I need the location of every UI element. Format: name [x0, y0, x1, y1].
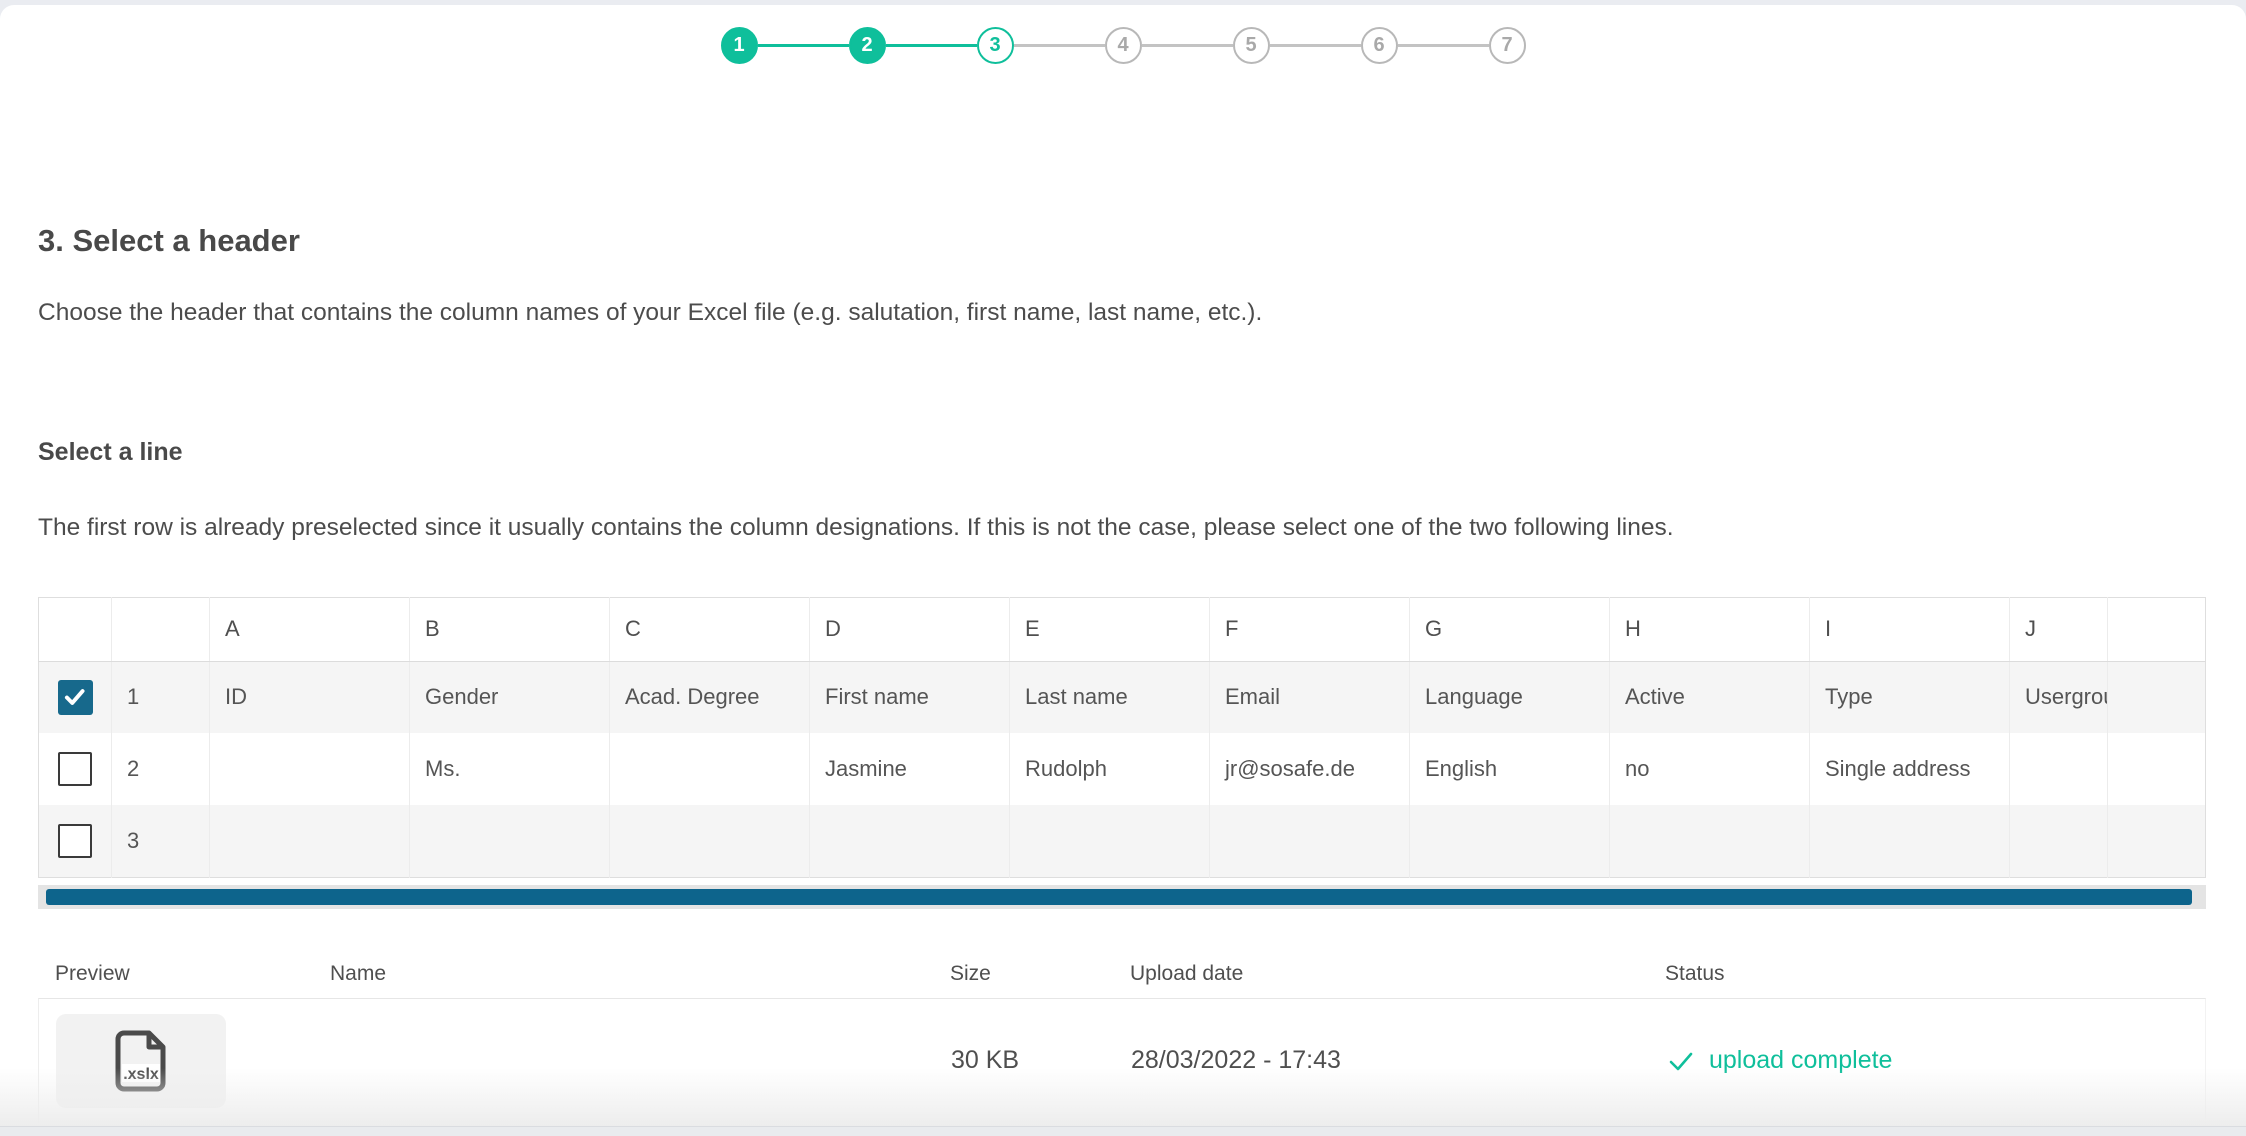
column-letter-D: D	[810, 597, 1010, 661]
cell-A1: ID	[210, 661, 410, 733]
sheet-row-1: 1IDGenderAcad. DegreeFirst nameLast name…	[39, 661, 2206, 733]
cell-H3	[1610, 805, 1810, 877]
spacer-cell	[2108, 805, 2206, 877]
cell-I2: Single address	[1810, 733, 2010, 805]
row-2-checkbox[interactable]	[58, 752, 92, 786]
cell-D1: First name	[810, 661, 1010, 733]
spacer-cell	[2108, 733, 2206, 805]
row-1-checkbox[interactable]	[58, 680, 93, 715]
horizontal-scrollbar-thumb[interactable]	[46, 889, 2192, 905]
file-header-preview: Preview	[55, 962, 330, 986]
cell-E2: Rudolph	[1010, 733, 1210, 805]
file-header-status: Status	[1665, 962, 2206, 986]
cell-B1: Gender	[410, 661, 610, 733]
select-line-title: Select a line	[38, 437, 2206, 468]
file-header-size: Size	[950, 962, 1130, 986]
check-icon	[1666, 1046, 1696, 1076]
file-header-name: Name	[330, 962, 950, 986]
file-row: .xslx 30 KB 28/03/2022 - 17:43 upload co…	[38, 998, 2206, 1123]
spacer-column	[2108, 597, 2206, 661]
cell-J1: Usergroup	[2010, 661, 2108, 733]
cell-D3	[810, 805, 1010, 877]
excel-preview-table: ABCDEFGHIJ 1IDGenderAcad. DegreeFirst na…	[38, 597, 2206, 878]
file-status: upload complete	[1666, 1046, 2205, 1076]
column-letter-E: E	[1010, 597, 1210, 661]
cell-F1: Email	[1210, 661, 1410, 733]
column-letter-A: A	[210, 597, 410, 661]
horizontal-scrollbar-track[interactable]	[38, 885, 2206, 909]
cell-A3	[210, 805, 410, 877]
file-preview: .xslx	[56, 1014, 226, 1108]
spacer-cell	[2108, 661, 2206, 733]
file-status-label: upload complete	[1709, 1046, 1892, 1075]
cell-E1: Last name	[1010, 661, 1210, 733]
cell-F2: jr@sosafe.de	[1210, 733, 1410, 805]
file-list-header: Preview Name Size Upload date Status	[38, 962, 2206, 986]
file-size: 30 KB	[951, 1046, 1131, 1075]
file-upload-date: 28/03/2022 - 17:43	[1131, 1046, 1666, 1075]
file-header-upload-date: Upload date	[1130, 962, 1665, 986]
cell-H2: no	[1610, 733, 1810, 805]
cell-H1: Active	[1610, 661, 1810, 733]
column-letter-H: H	[1610, 597, 1810, 661]
column-letter-B: B	[410, 597, 610, 661]
row-number: 2	[112, 733, 210, 805]
column-letter-header: ABCDEFGHIJ	[39, 597, 2206, 661]
cell-G3	[1410, 805, 1610, 877]
row-number: 3	[112, 805, 210, 877]
cell-D2: Jasmine	[810, 733, 1010, 805]
column-letter-F: F	[1210, 597, 1410, 661]
column-letter-C: C	[610, 597, 810, 661]
column-letter-J: J	[2010, 597, 2108, 661]
sheet-row-3: 3	[39, 805, 2206, 877]
page-title: 3. Select a header	[38, 222, 2206, 261]
column-letter-I: I	[1810, 597, 2010, 661]
row-3-checkbox[interactable]	[58, 824, 92, 858]
row-number-column-header	[112, 597, 210, 661]
checkbox-cell	[39, 661, 112, 733]
cell-G2: English	[1410, 733, 1610, 805]
column-letter-G: G	[1410, 597, 1610, 661]
checkmark-icon	[62, 684, 88, 710]
cell-F3	[1210, 805, 1410, 877]
cell-J3	[2010, 805, 2108, 877]
page-description: Choose the header that contains the colu…	[38, 297, 2206, 329]
cell-E3	[1010, 805, 1210, 877]
row-number: 1	[112, 661, 210, 733]
cell-C3	[610, 805, 810, 877]
svg-text:.xslx: .xslx	[123, 1066, 159, 1083]
cell-I3	[1810, 805, 2010, 877]
cell-B3	[410, 805, 610, 877]
cell-I1: Type	[1810, 661, 2010, 733]
select-line-description: The first row is already preselected sin…	[38, 512, 2206, 544]
cell-A2	[210, 733, 410, 805]
cell-J2	[2010, 733, 2108, 805]
checkbox-cell	[39, 805, 112, 877]
cell-C2	[610, 733, 810, 805]
xslx-file-icon: .xslx	[108, 1028, 174, 1094]
cell-B2: Ms.	[410, 733, 610, 805]
wizard-card: 1234567 3. Select a header Choose the he…	[0, 5, 2246, 1126]
checkbox-cell	[39, 733, 112, 805]
page-bottom-edge	[0, 1126, 2246, 1136]
checkbox-column-header	[39, 597, 112, 661]
cell-C1: Acad. Degree	[610, 661, 810, 733]
cell-G1: Language	[1410, 661, 1610, 733]
sheet-row-2: 2 Ms. JasmineRudolphjr@sosafe.deEnglishnoS…	[39, 733, 2206, 805]
step-content: 3. Select a header Choose the header tha…	[38, 5, 2206, 1123]
